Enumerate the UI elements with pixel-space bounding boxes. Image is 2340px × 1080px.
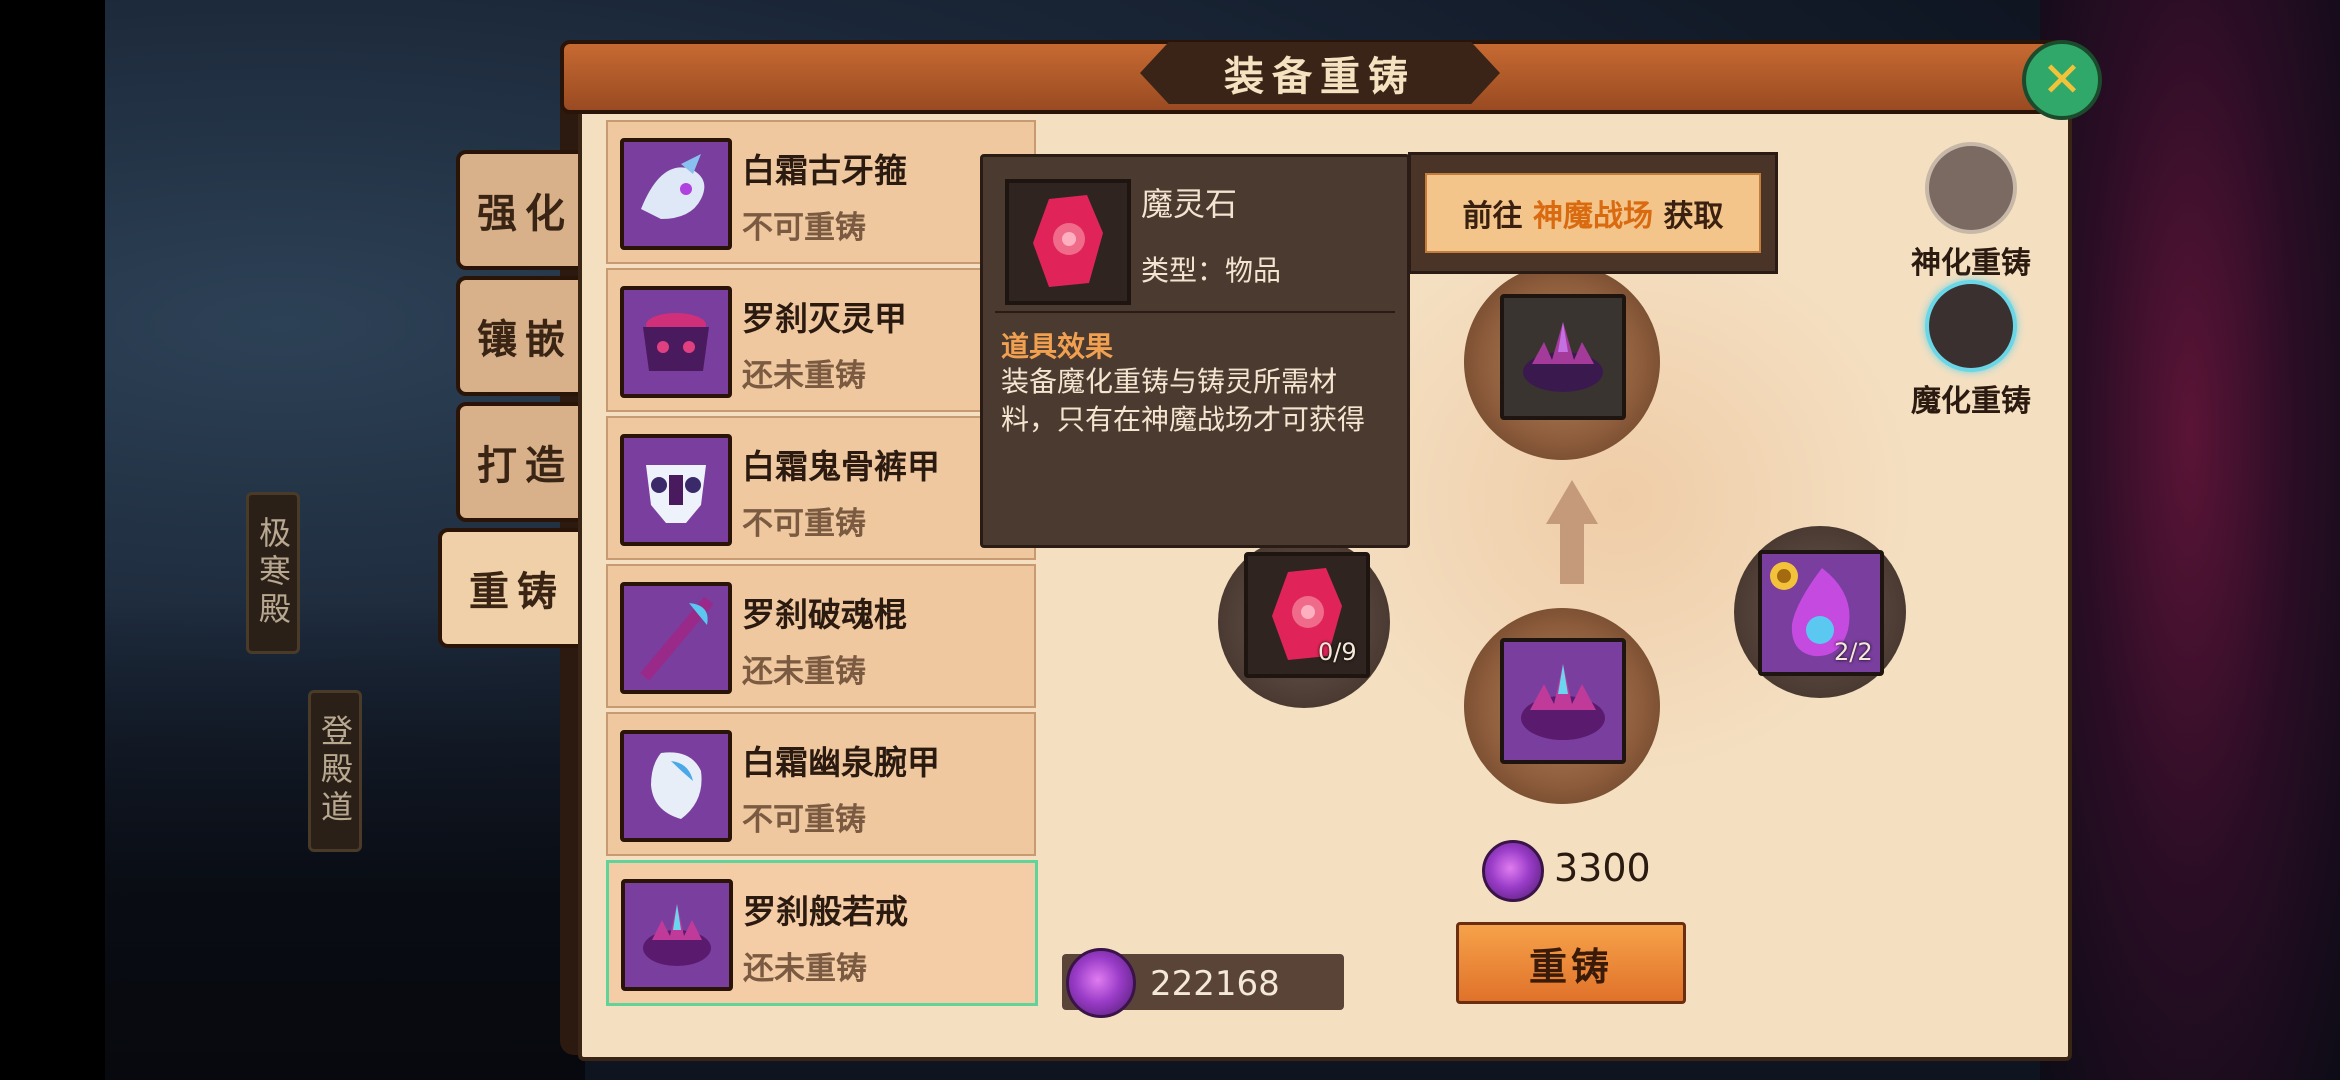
mode-demonic-reforge[interactable]: 魔化重铸 bbox=[1896, 280, 2046, 420]
title-plate: 装备重铸 bbox=[1140, 42, 1500, 104]
tooltip-item-slot bbox=[1005, 179, 1131, 305]
divine-emblem-icon bbox=[1925, 142, 2017, 234]
side-sign-label: 极寒殿 bbox=[254, 516, 292, 630]
equipment-icon bbox=[620, 286, 732, 398]
tooltip-effect-title: 道具效果 bbox=[1001, 330, 1114, 363]
list-item[interactable]: 罗刹灭灵甲 还未重铸 bbox=[606, 268, 1036, 412]
equipment-icon bbox=[620, 730, 732, 842]
upgrade-arrow-stem bbox=[1560, 522, 1584, 584]
tab-label: 打造 bbox=[477, 443, 573, 489]
item-status: 还未重铸 bbox=[743, 951, 867, 987]
tab-label: 重铸 bbox=[469, 569, 565, 615]
list-item[interactable]: 罗刹破魂棍 还未重铸 bbox=[606, 564, 1036, 708]
item-name: 白霜古牙箍 bbox=[742, 151, 907, 190]
equipment-icon bbox=[620, 582, 732, 694]
equipment-list[interactable]: 白霜古牙箍 不可重铸 罗刹灭灵甲 还未重铸 白霜鬼骨裤甲 不可重铸 罗刹破魂棍 … bbox=[606, 120, 1038, 1008]
ring-icon bbox=[1521, 664, 1605, 740]
goto-suffix: 获取 bbox=[1663, 199, 1724, 234]
tab-forge[interactable]: 打造 bbox=[456, 402, 594, 522]
demon-emblem-icon bbox=[1925, 280, 2017, 372]
mode-label: 神化重铸 bbox=[1911, 246, 2031, 281]
item-name: 罗刹般若戒 bbox=[743, 892, 908, 931]
upgrade-arrow-icon bbox=[1546, 480, 1598, 524]
mode-label: 魔化重铸 bbox=[1911, 384, 2031, 419]
material-count: 0/9 bbox=[1318, 638, 1357, 666]
goto-panel: 前往 神魔战场 获取 bbox=[1408, 152, 1778, 274]
currency-amount: 222168 bbox=[1150, 964, 1280, 1004]
background-right bbox=[2040, 0, 2340, 1080]
item-tooltip: 魔灵石 类型：物品 道具效果 装备魔化重铸与铸灵所需材料，只有在神魔战场才可获得 bbox=[980, 154, 1410, 548]
reforge-button-label: 重铸 bbox=[1528, 944, 1613, 989]
magic-stone-currency-icon bbox=[1482, 840, 1544, 902]
item-name: 罗刹灭灵甲 bbox=[742, 299, 907, 338]
equipment-icon bbox=[620, 138, 732, 250]
goto-battlefield-button[interactable]: 前往 神魔战场 获取 bbox=[1425, 173, 1761, 253]
left-black-strip bbox=[0, 0, 105, 1080]
tab-strengthen[interactable]: 强化 bbox=[456, 150, 594, 270]
item-status: 不可重铸 bbox=[742, 802, 866, 838]
target-equipment-slot[interactable] bbox=[1500, 638, 1626, 764]
tab-reforge[interactable]: 重铸 bbox=[438, 528, 596, 648]
reforge-button[interactable]: 重铸 bbox=[1456, 922, 1686, 1004]
ring-icon bbox=[1523, 322, 1603, 392]
tooltip-effect-text: 装备魔化重铸与铸灵所需材料，只有在神魔战场才可获得 bbox=[1001, 365, 1366, 436]
magic-stone-icon bbox=[1033, 195, 1103, 287]
page-title: 装备重铸 bbox=[1224, 54, 1416, 100]
tooltip-item-type: 类型：物品 bbox=[1141, 254, 1282, 287]
item-name: 罗刹破魂棍 bbox=[742, 595, 907, 634]
tooltip-divider bbox=[995, 311, 1395, 313]
item-status: 还未重铸 bbox=[742, 358, 866, 394]
cost-amount: 3300 bbox=[1554, 846, 1651, 890]
equipment-icon bbox=[620, 434, 732, 546]
item-name: 白霜鬼骨裤甲 bbox=[742, 447, 940, 486]
goto-prefix: 前往 bbox=[1462, 199, 1523, 234]
item-status: 不可重铸 bbox=[742, 506, 866, 542]
equipment-icon bbox=[621, 879, 733, 991]
close-icon: ✕ bbox=[2041, 52, 2083, 108]
list-item[interactable]: 白霜鬼骨裤甲 不可重铸 bbox=[606, 416, 1036, 560]
close-button[interactable]: ✕ bbox=[2022, 40, 2102, 120]
goto-place: 神魔战场 bbox=[1533, 199, 1653, 234]
item-status: 还未重铸 bbox=[742, 654, 866, 690]
side-sign-jihandian[interactable]: 极寒殿 bbox=[246, 492, 300, 654]
list-item[interactable]: 白霜幽泉腕甲 不可重铸 bbox=[606, 712, 1036, 856]
list-item[interactable]: 白霜古牙箍 不可重铸 bbox=[606, 120, 1036, 264]
material-count: 2/2 bbox=[1834, 638, 1873, 666]
list-item-selected[interactable]: 罗刹般若戒 还未重铸 bbox=[606, 860, 1038, 1006]
tab-label: 强化 bbox=[477, 191, 573, 237]
side-sign-dengdiandao[interactable]: 登殿道 bbox=[308, 690, 362, 852]
side-sign-label: 登殿道 bbox=[316, 714, 354, 828]
item-name: 白霜幽泉腕甲 bbox=[742, 743, 940, 782]
mode-divine-reforge[interactable]: 神化重铸 bbox=[1896, 142, 2046, 282]
tab-label: 镶嵌 bbox=[477, 317, 573, 363]
magic-stone-currency-icon bbox=[1066, 948, 1136, 1018]
tooltip-item-name: 魔灵石 bbox=[1141, 185, 1238, 223]
item-status: 不可重铸 bbox=[742, 210, 866, 246]
result-slot[interactable] bbox=[1500, 294, 1626, 420]
tab-inlay[interactable]: 镶嵌 bbox=[456, 276, 594, 396]
